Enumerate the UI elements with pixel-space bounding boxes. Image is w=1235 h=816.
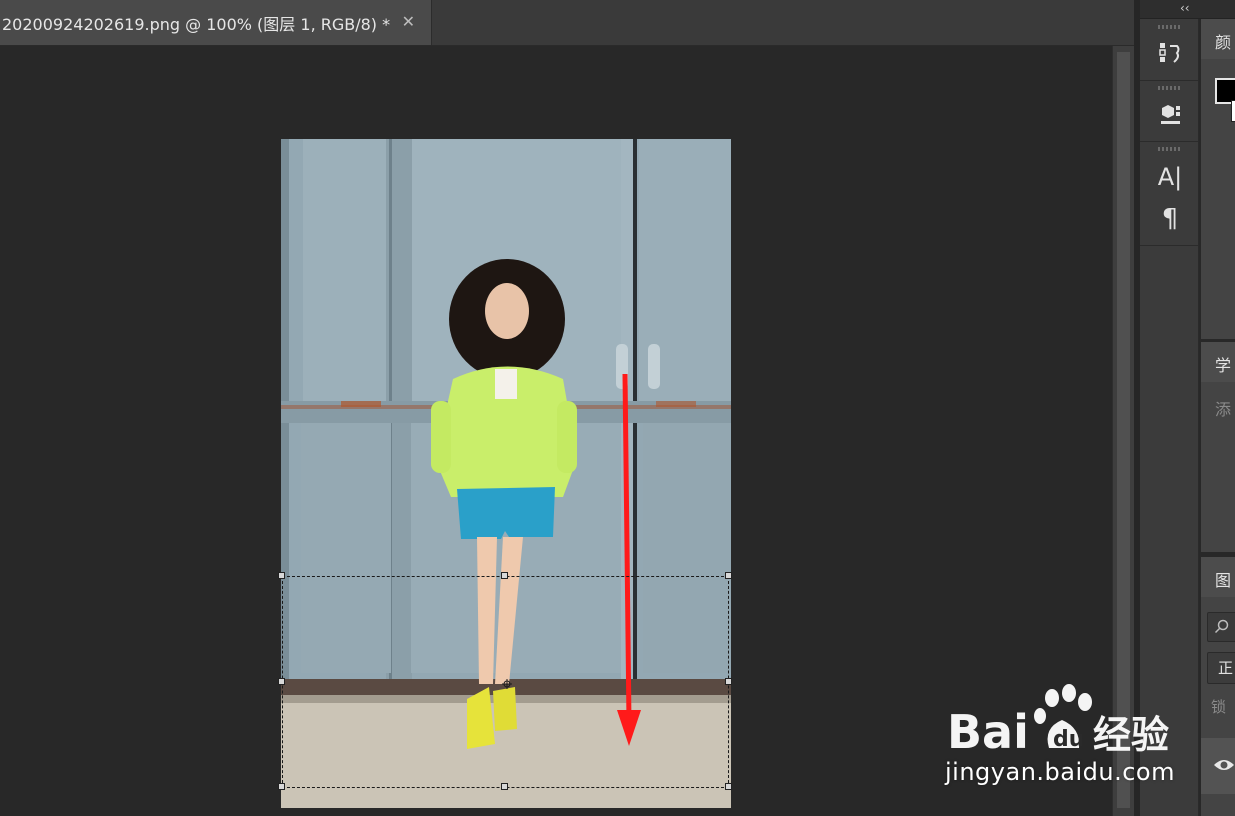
transform-handle-top-right[interactable] [725,572,732,579]
grip-handle[interactable] [1158,86,1182,90]
strip-divider [1140,245,1198,246]
transform-handle-top[interactable] [501,572,508,579]
blend-mode-value: 正 [1218,659,1234,677]
strip-divider [1140,141,1198,142]
crosshair-icon [502,679,512,689]
lock-label: 锁 [1211,698,1227,716]
layer-filter-field[interactable] [1207,612,1235,642]
document-tab-title: 20200924202619.png @ 100% (图层 1, RGB/8) … [2,14,391,34]
learn-panel-tab[interactable]: 学 [1201,342,1235,382]
transform-handle-left[interactable] [278,678,285,685]
learn-panel-text: 添 [1215,400,1232,419]
paragraph-icon[interactable]: ¶ [1154,203,1186,235]
3d-icon[interactable] [1154,99,1186,131]
background-color-swatch[interactable] [1231,100,1235,122]
color-panel: 颜 [1201,19,1235,339]
eye-icon [1214,760,1234,770]
learn-panel-title: 学 [1215,356,1232,375]
transform-center-point[interactable] [502,679,512,689]
character-icon[interactable]: A| [1154,161,1186,193]
watermark-url: jingyan.baidu.com [945,758,1175,786]
document-tab[interactable]: 20200924202619.png @ 100% (图层 1, RGB/8) … [0,0,432,45]
panel-icon-strip: A| ¶ [1140,19,1199,816]
transform-handle-bottom-right[interactable] [725,783,732,790]
visibility-toggle[interactable] [1213,757,1235,777]
transform-handle-bottom[interactable] [501,783,508,790]
transform-handle-top-left[interactable] [278,572,285,579]
panel-collapse-bar: ‹‹ [1140,0,1235,19]
layers-panel-title: 图 [1215,571,1232,590]
scrollbar-thumb[interactable] [1117,52,1130,808]
color-panel-title: 颜 [1215,33,1232,52]
document-tab-bar: 20200924202619.png @ 100% (图层 1, RGB/8) … [0,0,1140,46]
cube-glyph [1161,105,1180,124]
learn-panel: 学 添 [1201,342,1235,552]
grip-handle[interactable] [1158,25,1182,29]
transform-handle-right[interactable] [725,678,732,685]
close-icon[interactable]: ✕ [402,12,415,31]
history-glyph [1159,43,1180,63]
collapse-panels-icon[interactable]: ‹‹ [1180,1,1190,15]
grip-handle[interactable] [1158,147,1182,151]
strip-divider [1140,80,1198,81]
transform-handle-bottom-left[interactable] [278,783,285,790]
vertical-scrollbar[interactable] [1112,46,1135,816]
color-panel-tab[interactable]: 颜 [1201,19,1235,59]
blend-mode-select[interactable]: 正 [1207,652,1235,684]
search-icon [1214,619,1229,634]
history-icon[interactable] [1154,37,1186,69]
layers-panel-tab[interactable]: 图 [1201,557,1235,597]
